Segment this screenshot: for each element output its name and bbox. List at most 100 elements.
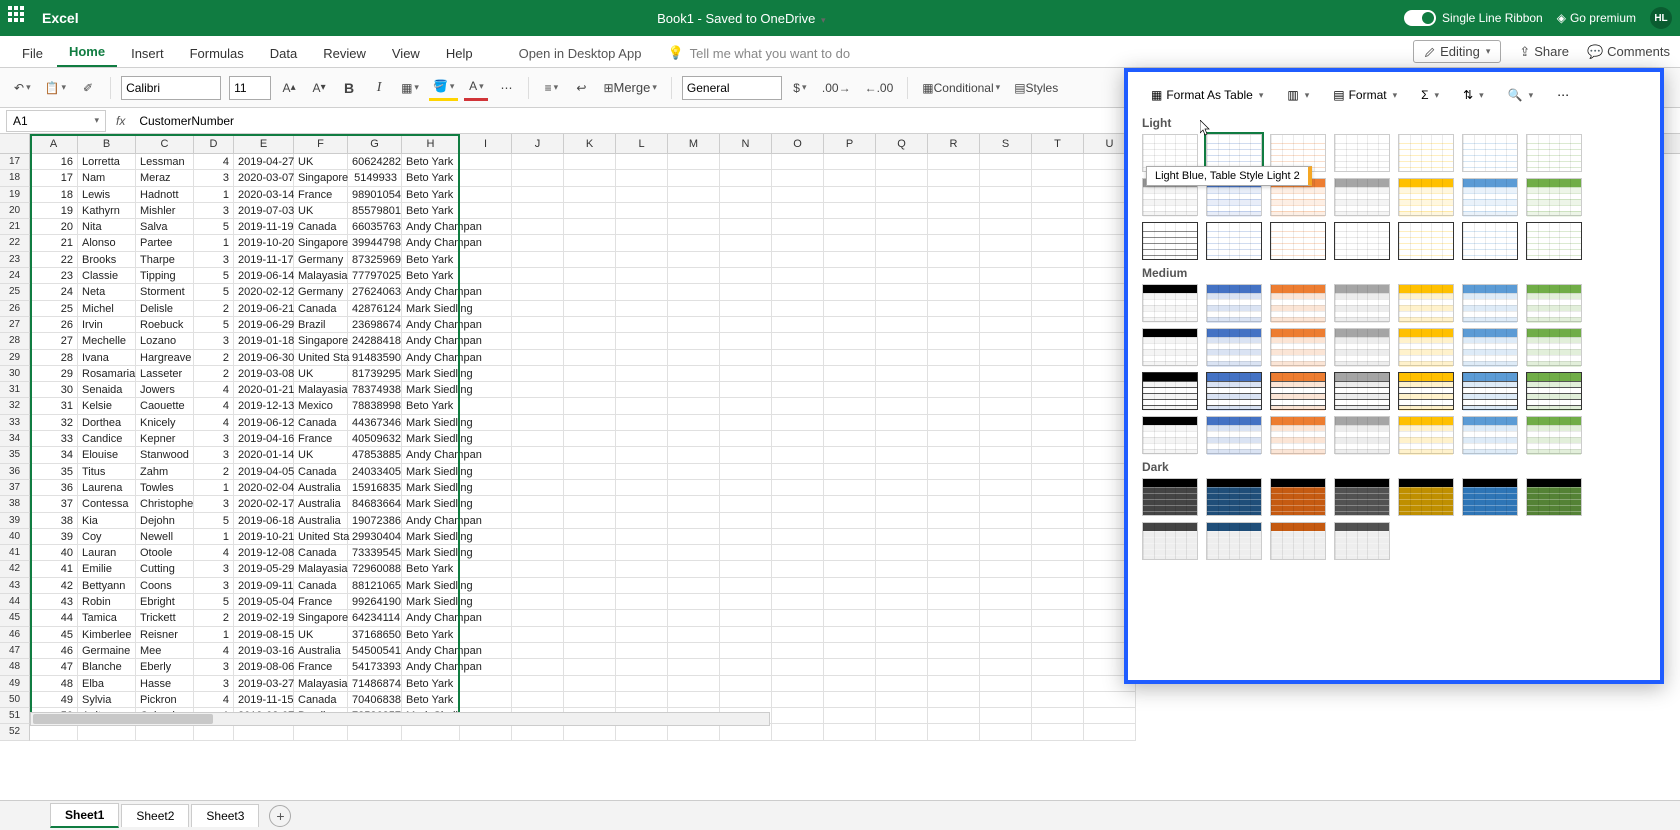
col-header[interactable]: M [668,134,720,153]
table-style-swatch[interactable] [1526,134,1582,172]
col-header[interactable]: R [928,134,980,153]
table-style-swatch[interactable] [1334,222,1390,260]
conditional-formatting-button[interactable]: ▦ Conditional▾ [918,75,1004,101]
font-color-button[interactable]: A▾ [464,75,488,101]
col-header[interactable]: L [616,134,668,153]
format-painter-button[interactable]: ✐ [76,75,100,101]
table-style-swatch[interactable] [1526,178,1582,216]
sheet-tab-1[interactable]: Sheet1 [50,803,119,828]
row-header[interactable]: 33 [0,415,30,431]
row-header[interactable]: 34 [0,431,30,447]
tab-help[interactable]: Help [434,40,485,67]
italic-button[interactable]: I [367,75,391,101]
add-sheet-button[interactable]: + [269,805,291,827]
font-select[interactable] [121,76,221,100]
sheet-tab-3[interactable]: Sheet3 [191,804,259,827]
col-header[interactable]: H [402,134,460,153]
table-style-swatch[interactable] [1526,284,1582,322]
row-header[interactable]: 49 [0,676,30,692]
row-header[interactable]: 19 [0,187,30,203]
insert-cells-button[interactable]: ▥▾ [1278,82,1318,108]
row-header[interactable]: 37 [0,480,30,496]
table-style-swatch[interactable] [1462,178,1518,216]
table-style-swatch[interactable] [1206,328,1262,366]
table-style-swatch[interactable] [1142,416,1198,454]
row-header[interactable]: 17 [0,154,30,170]
align-button[interactable]: ≡▾ [539,75,563,101]
row-header[interactable]: 36 [0,464,30,480]
col-header[interactable]: K [564,134,616,153]
table-style-swatch[interactable] [1398,416,1454,454]
tab-insert[interactable]: Insert [119,40,176,67]
wrap-text-button[interactable]: ↩ [569,75,593,101]
table-style-swatch[interactable] [1462,478,1518,516]
table-style-swatch[interactable] [1526,416,1582,454]
table-style-swatch[interactable] [1206,416,1262,454]
col-header[interactable]: O [772,134,824,153]
col-header[interactable]: E [234,134,294,153]
table-style-swatch[interactable] [1398,328,1454,366]
table-style-swatch[interactable] [1462,222,1518,260]
col-header[interactable]: N [720,134,772,153]
app-launcher-icon[interactable] [8,6,32,30]
col-header[interactable]: J [512,134,564,153]
row-header[interactable]: 50 [0,692,30,708]
table-style-swatch[interactable] [1334,372,1390,410]
table-style-swatch[interactable] [1270,222,1326,260]
row-header[interactable]: 40 [0,529,30,545]
row-header[interactable]: 20 [0,203,30,219]
sort-filter-button[interactable]: ⇅▾ [1454,82,1493,108]
table-style-swatch[interactable] [1526,222,1582,260]
row-header[interactable]: 48 [0,659,30,675]
table-style-swatch[interactable] [1462,416,1518,454]
tell-me-search[interactable]: 💡 Tell me what you want to do [655,39,862,67]
name-box[interactable]: A1▾ [6,110,106,132]
row-header[interactable]: 25 [0,284,30,300]
row-header[interactable]: 29 [0,350,30,366]
fill-color-button[interactable]: 🪣▾ [429,75,458,101]
col-header[interactable]: S [980,134,1032,153]
table-style-swatch[interactable] [1334,134,1390,172]
table-style-swatch[interactable] [1334,328,1390,366]
decimal-decrease-button[interactable]: .00→ [818,75,855,101]
table-style-swatch[interactable] [1334,178,1390,216]
table-style-swatch[interactable] [1462,134,1518,172]
share-button[interactable]: ⇪Share [1519,44,1569,60]
more-button[interactable]: ⋯ [1548,82,1578,108]
format-as-table-button[interactable]: ▦ Format As Table▾ [1142,82,1272,108]
row-header[interactable]: 35 [0,447,30,463]
row-header[interactable]: 38 [0,496,30,512]
row-header[interactable]: 41 [0,545,30,561]
bold-button[interactable]: B [337,75,361,101]
row-header[interactable]: 51 [0,708,30,724]
col-header[interactable]: C [136,134,194,153]
table-style-swatch[interactable] [1334,416,1390,454]
table-style-swatch[interactable] [1142,328,1198,366]
table-style-swatch[interactable] [1398,284,1454,322]
table-style-swatch[interactable] [1206,372,1262,410]
col-header[interactable]: Q [876,134,928,153]
table-style-swatch[interactable] [1334,522,1390,560]
increase-font-button[interactable]: A▴ [277,75,301,101]
table-style-swatch[interactable] [1206,284,1262,322]
col-header[interactable]: T [1032,134,1084,153]
table-style-swatch[interactable] [1270,328,1326,366]
decrease-font-button[interactable]: A▾ [307,75,331,101]
col-header[interactable]: D [194,134,234,153]
tab-home[interactable]: Home [57,38,117,67]
row-header[interactable]: 23 [0,252,30,268]
decimal-increase-button[interactable]: ←.00 [861,75,898,101]
table-style-swatch[interactable] [1398,222,1454,260]
table-style-swatch[interactable] [1462,284,1518,322]
horizontal-scrollbar[interactable] [30,712,770,726]
more-font-button[interactable]: ⋯ [494,75,518,101]
comments-button[interactable]: 💬Comments [1587,44,1670,60]
tab-file[interactable]: File [10,40,55,67]
col-header[interactable]: G [348,134,402,153]
table-style-swatch[interactable] [1270,478,1326,516]
row-header[interactable]: 42 [0,561,30,577]
table-style-swatch[interactable] [1270,416,1326,454]
table-style-swatch[interactable] [1142,522,1198,560]
format-button[interactable]: ▤ Format▾ [1324,82,1406,108]
row-header[interactable]: 46 [0,627,30,643]
